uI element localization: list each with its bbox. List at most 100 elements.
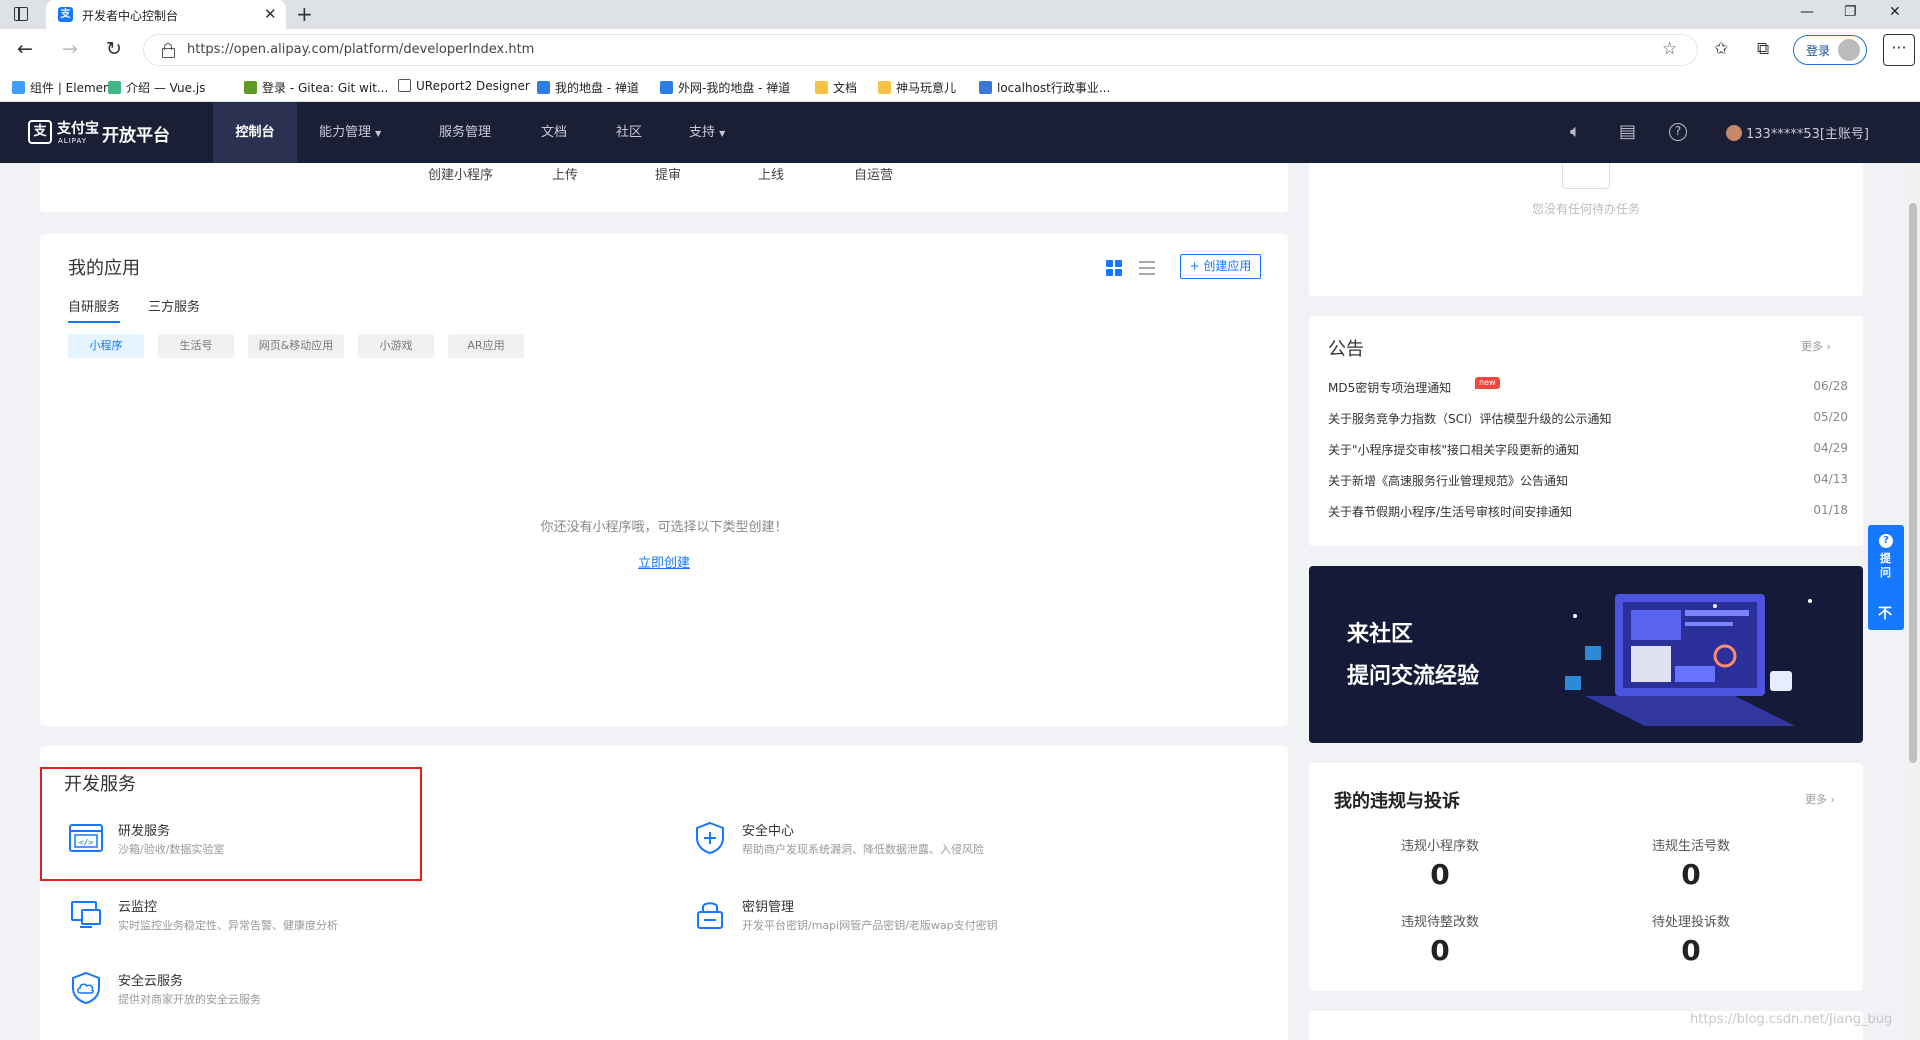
bookmark-item[interactable]: localhost行政事业... (979, 79, 1110, 96)
bookmark-item[interactable]: 登录 - Gitea: Git wit... (244, 79, 388, 96)
browser-tab-strip: 支 开发者中心控制台 ✕ + — ❐ ✕ (0, 0, 1920, 29)
service-desc: 开发平台密钥/mapi网管产品密钥/老版wap支付密钥 (742, 919, 998, 932)
notice-date: 05/20 (1813, 410, 1848, 424)
alipay-favicon-icon: 支 (58, 7, 73, 22)
chip-minigame[interactable]: 小游戏 (358, 334, 434, 358)
scrollbar-thumb[interactable] (1909, 203, 1917, 763)
notice-more-link[interactable]: 更多 › (1801, 338, 1831, 354)
bookmark-label: 登录 - Gitea: Git wit... (262, 81, 389, 95)
stat-value: 0 (1430, 858, 1450, 891)
service-desc: 实时监控业务稳定性、异常告警、健康度分析 (118, 919, 338, 932)
notice-date: 04/29 (1813, 441, 1848, 455)
profile-login-button[interactable]: 登录 (1793, 35, 1867, 65)
notice-text: 关于服务竞争力指数（SCI）评估模型升级的公示通知 (1328, 412, 1612, 426)
site-header: 支 支付宝 ALIPAY 开放平台 控制台 能力管理 ▼ 服务管理 文档 社区 … (0, 102, 1920, 163)
browser-tab[interactable]: 支 开发者中心控制台 ✕ (46, 0, 286, 29)
back-icon[interactable]: ← (17, 38, 33, 60)
notice-text: 关于新增《高速服务行业管理规范》公告通知 (1328, 474, 1569, 488)
nav-community[interactable]: 社区 (616, 102, 642, 163)
service-desc: 帮助商户发现系统漏洞、降低数据泄露、入侵风险 (742, 843, 984, 856)
question-icon: ? (1879, 534, 1893, 548)
violation-stat[interactable]: 待处理投诉数 0 (1611, 911, 1771, 967)
notice-item[interactable]: 关于春节假期小程序/生活号审核时间安排通知 01/18 (1328, 503, 1848, 523)
notice-item[interactable]: 关于"小程序提交审核"接口相关字段更新的通知 04/29 (1328, 441, 1848, 461)
account-name[interactable]: 133*****53[主账号] (1746, 123, 1869, 142)
tab-actions-icon[interactable] (14, 7, 28, 21)
tab-self-developed[interactable]: 自研服务 (68, 296, 121, 323)
bookmark-item[interactable]: 文档 (815, 79, 857, 96)
violation-more-link[interactable]: 更多 › (1805, 791, 1835, 807)
refresh-icon[interactable]: ↻ (106, 38, 122, 60)
user-avatar[interactable] (1726, 125, 1742, 141)
more-options-icon[interactable]: ··· (1883, 34, 1915, 66)
chip-lifeaccount[interactable]: 生活号 (158, 334, 234, 358)
create-now-link[interactable]: 立即创建 (40, 552, 1288, 571)
minimize-icon[interactable]: — (1800, 4, 1814, 20)
new-tab-icon[interactable]: + (296, 2, 313, 26)
violation-stat[interactable]: 违规待整改数 0 (1360, 911, 1520, 967)
tab-third-party[interactable]: 三方服务 (148, 296, 200, 321)
violation-stat[interactable]: 违规小程序数 0 (1360, 835, 1520, 891)
notice-more-label: 更多 (1801, 340, 1823, 353)
url-text[interactable]: https://open.alipay.com/platform/develop… (187, 42, 534, 57)
bookmark-label: localhost行政事业... (997, 81, 1111, 95)
nav-console[interactable]: 控制台 (213, 102, 297, 163)
chip-miniprogram[interactable]: 小程序 (68, 334, 144, 358)
violation-card: 我的违规与投诉 更多 › 违规小程序数 0 违规生活号数 0 违规待整改数 0 … (1309, 763, 1863, 991)
notice-item[interactable]: 关于新增《高速服务行业管理规范》公告通知 04/13 (1328, 472, 1848, 492)
help-icon[interactable]: ? (1669, 123, 1687, 141)
nav-docs[interactable]: 文档 (541, 102, 567, 163)
bookmark-label: 我的地盘 - 禅道 (555, 81, 639, 95)
bookmark-item[interactable]: 神马玩意儿 (878, 79, 956, 96)
message-doc-icon[interactable]: ▤ (1619, 121, 1636, 142)
page-scrollbar[interactable] (1906, 163, 1920, 1040)
nav-capability[interactable]: 能力管理 ▼ (319, 102, 381, 163)
close-window-icon[interactable]: ✕ (1889, 4, 1901, 20)
lock-icon[interactable] (162, 43, 175, 58)
bookmark-item[interactable]: 外网-我的地盘 - 禅道 (660, 79, 790, 96)
notice-title: 公告 (1328, 339, 1364, 360)
stat-value: 0 (1430, 934, 1450, 967)
empty-inbox-icon (1562, 163, 1610, 189)
restore-icon[interactable]: ❐ (1844, 4, 1857, 20)
monitor-icon (71, 901, 101, 928)
favorite-star-icon[interactable]: ☆ (1662, 39, 1677, 59)
speaker-icon[interactable]: 🔈︎ (1570, 121, 1581, 142)
bookmark-label: UReport2 Designer (416, 79, 530, 93)
logo-text[interactable]: 支付宝 (57, 118, 99, 138)
url-field[interactable]: https://open.alipay.com/platform/develop… (143, 34, 1698, 66)
platform-name[interactable]: 开放平台 (102, 121, 170, 146)
logo-subtext: ALIPAY (58, 137, 88, 145)
bookmark-item[interactable]: 我的地盘 - 禅道 (537, 79, 639, 96)
nav-capability-label: 能力管理 (319, 125, 372, 140)
community-banner[interactable]: 来社区 提问交流经验 (1309, 566, 1863, 743)
notice-date: 06/28 (1813, 379, 1848, 393)
alipay-logo-icon[interactable]: 支 (28, 120, 52, 144)
caret-down-icon: ▼ (375, 129, 382, 138)
create-app-button[interactable]: + 创建应用 (1180, 254, 1261, 279)
notice-item[interactable]: MD5密钥专项治理通知 new 06/28 (1328, 377, 1848, 399)
close-tab-icon[interactable]: ✕ (264, 5, 277, 23)
chip-ar[interactable]: AR应用 (448, 334, 524, 358)
collections-icon[interactable]: ⧉ (1757, 39, 1769, 59)
forward-icon[interactable]: → (62, 38, 78, 60)
chip-web-mobile[interactable]: 网页&移动应用 (248, 334, 344, 358)
list-view-icon[interactable] (1139, 261, 1155, 275)
bookmark-label: 介绍 — Vue.js (126, 81, 206, 95)
watermark: https://blog.csdn.net/Jiang_bug (1690, 1012, 1893, 1027)
violation-stat[interactable]: 违规生活号数 0 (1611, 835, 1771, 891)
nav-service[interactable]: 服务管理 (439, 102, 491, 163)
back-to-top-icon[interactable]: 不 (1878, 603, 1892, 623)
favorites-icon[interactable]: ✩ (1714, 39, 1728, 59)
stat-label: 待处理投诉数 (1651, 915, 1730, 930)
notice-item[interactable]: 关于服务竞争力指数（SCI）评估模型升级的公示通知 05/20 (1328, 410, 1848, 430)
bookmark-item[interactable]: 组件 | Element (12, 79, 115, 96)
notice-date: 04/13 (1813, 472, 1848, 486)
nav-support[interactable]: 支持 ▼ (689, 102, 725, 163)
bookmark-favicon-icon (398, 79, 411, 92)
bookmark-item[interactable]: 介绍 — Vue.js (108, 79, 205, 96)
bookmark-item[interactable]: UReport2 Designer (398, 79, 530, 93)
grid-view-icon[interactable] (1106, 260, 1122, 276)
floating-help-widget[interactable]: ? 提问 不 (1868, 525, 1904, 630)
bookmark-favicon-icon (878, 81, 891, 94)
